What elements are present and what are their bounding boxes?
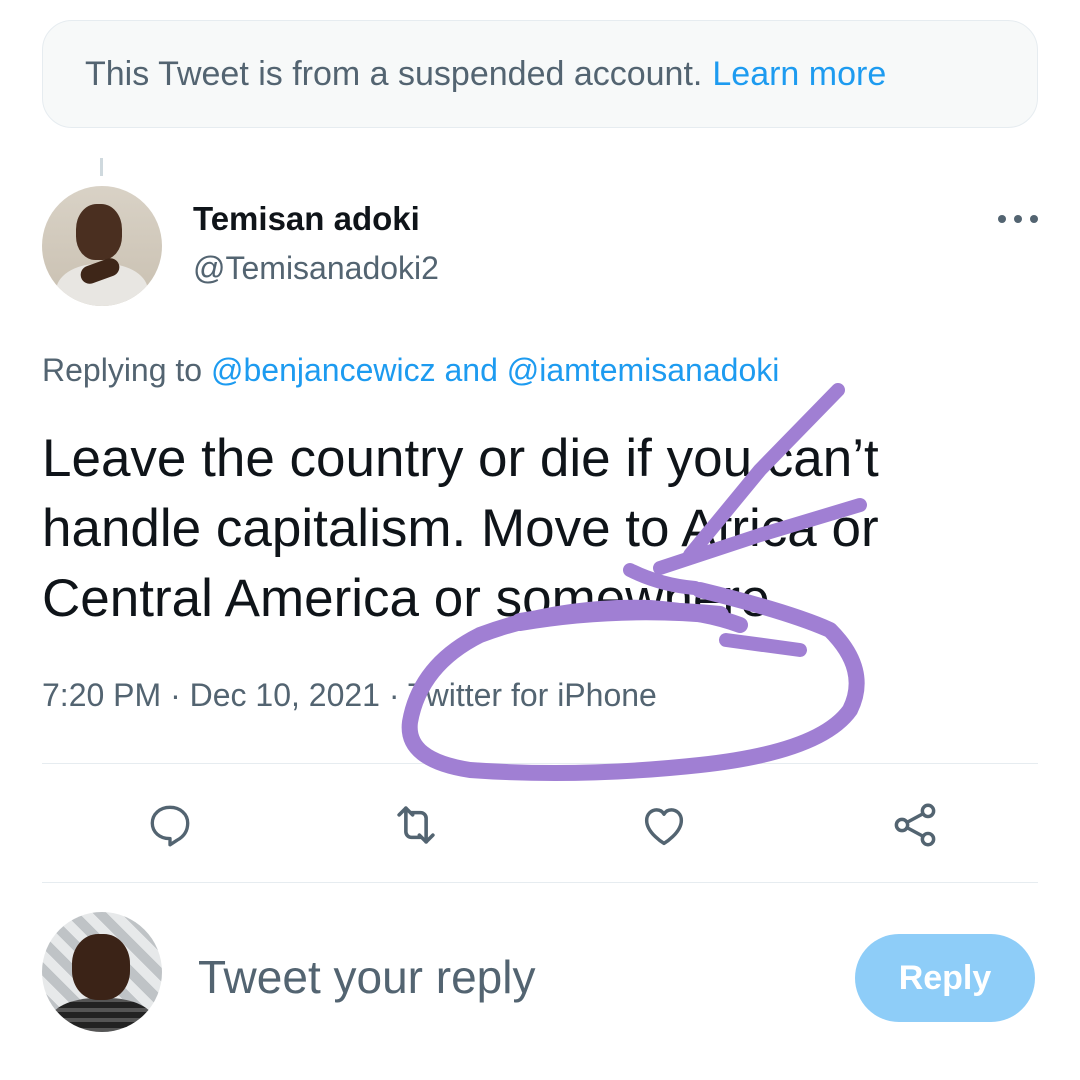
author-name[interactable]: Temisan adoki — [193, 200, 420, 238]
tweet-source[interactable]: Twitter for iPhone — [408, 677, 657, 713]
reply-button[interactable]: Reply — [855, 934, 1035, 1022]
mention-conjunction: and — [444, 352, 498, 388]
tweet-metadata: 7:20 PM · Dec 10, 2021 · Twitter for iPh… — [42, 677, 657, 714]
tweet-actions-bar — [42, 764, 1038, 882]
replying-to-label: Replying to — [42, 352, 203, 388]
divider — [42, 882, 1038, 883]
tweet-text: Leave the country or die if you can’t ha… — [42, 429, 879, 628]
current-user-avatar — [42, 912, 162, 1032]
notice-text: This Tweet is from a suspended account. — [85, 54, 703, 93]
suspended-account-notice: This Tweet is from a suspended account. … — [42, 20, 1038, 128]
tweet-time[interactable]: 7:20 PM — [42, 677, 161, 713]
thread-connector-line — [100, 158, 103, 176]
author-avatar[interactable] — [42, 186, 162, 306]
replying-to-context: Replying to @benjancewicz and @iamtemisa… — [42, 352, 779, 389]
tweet-date[interactable]: Dec 10, 2021 — [190, 677, 380, 713]
reply-icon[interactable] — [143, 798, 197, 852]
reply-input[interactable]: Tweet your reply — [198, 950, 535, 1004]
more-options-icon[interactable] — [998, 208, 1038, 230]
author-handle[interactable]: @Temisanadoki2 — [193, 250, 439, 287]
like-icon[interactable] — [637, 798, 691, 852]
meta-separator: · — [170, 677, 181, 713]
share-icon[interactable] — [888, 798, 942, 852]
learn-more-link[interactable]: Learn more — [712, 55, 886, 94]
retweet-icon[interactable] — [389, 798, 443, 852]
meta-separator: · — [388, 677, 400, 713]
mention-link[interactable]: @benjancewicz — [211, 352, 436, 388]
mention-link[interactable]: @iamtemisanadoki — [507, 352, 780, 388]
